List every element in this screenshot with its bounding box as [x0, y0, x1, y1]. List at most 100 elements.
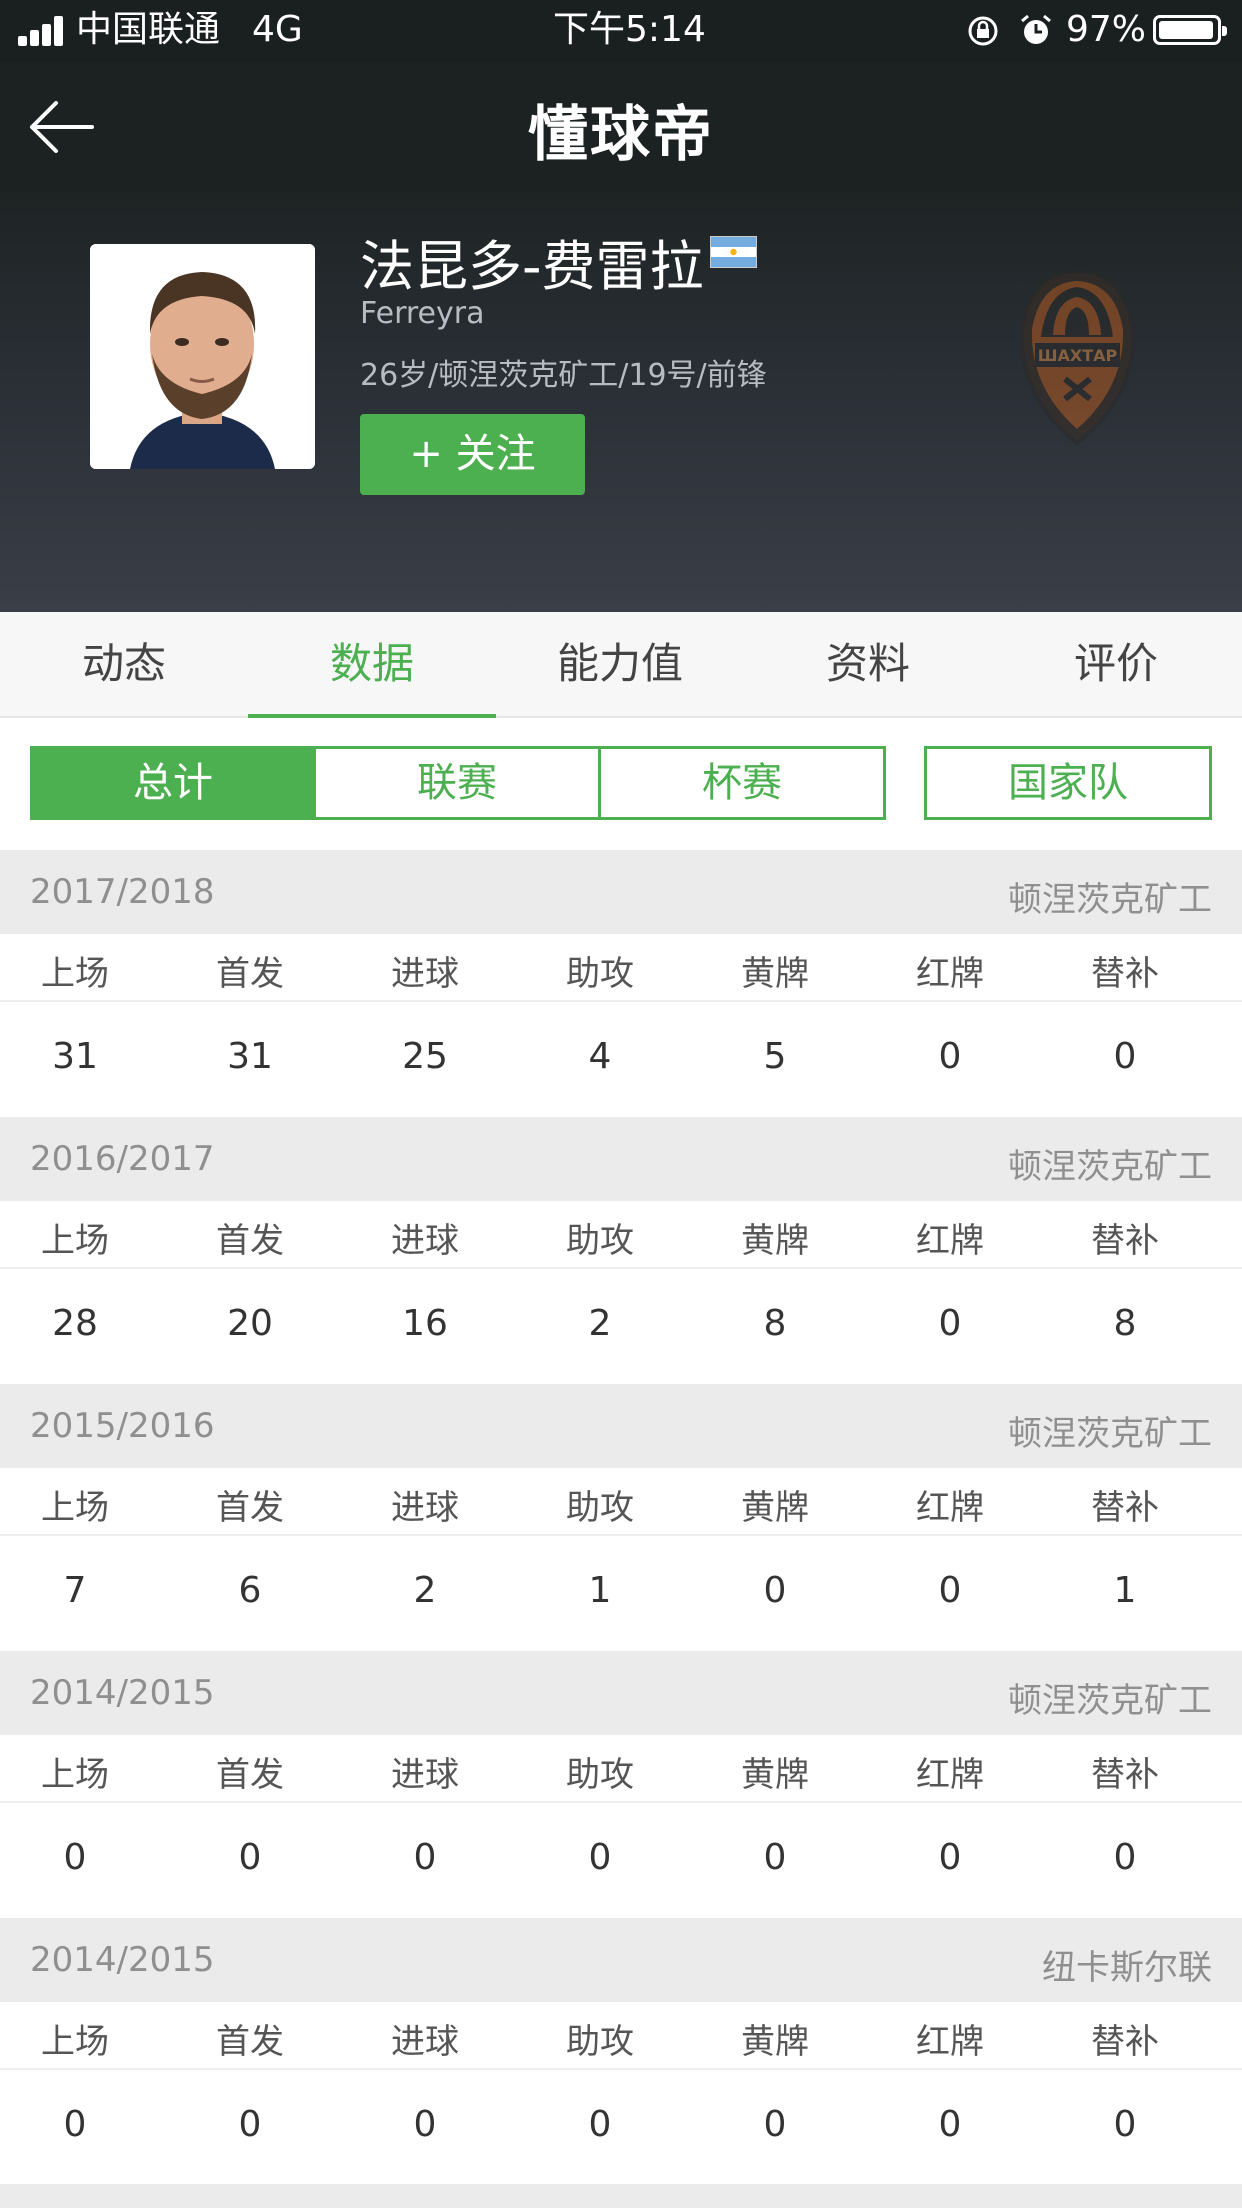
stat-value: 25	[402, 1036, 448, 1077]
stat-value: 0	[588, 2104, 612, 2145]
stat-label: 黄牌	[741, 1488, 809, 1528]
stat-value: 0	[938, 1837, 962, 1878]
season-block: 2016/2017 顿涅茨克矿工 上场 首发 进球 助攻 黄牌 红牌 替补 28 20 16 2 8 0 8	[0, 1117, 1242, 1384]
stat-header-row: 上场 首发 进球 助攻 黄牌 红牌 替补	[0, 1468, 1242, 1536]
tab-bar: 动态 数据 能力值 资料 评价	[0, 612, 1242, 718]
stat-header-row: 上场 首发 进球 助攻 黄牌 红牌 替补	[0, 934, 1242, 1002]
stat-value: 0	[938, 1570, 962, 1611]
stat-label: 首发	[216, 1755, 284, 1795]
stat-label: 上场	[41, 1221, 109, 1261]
season-header[interactable]: 2015/2016 顿涅茨克矿工	[0, 1384, 1242, 1468]
app-title: 懂球帝	[528, 100, 714, 170]
argentina-flag-icon	[710, 236, 757, 268]
season-year: 2017/2018	[30, 872, 215, 912]
player-english-name: Ferreyra	[360, 296, 485, 331]
stat-value: 0	[238, 1837, 262, 1878]
stat-label: 黄牌	[741, 2022, 809, 2062]
season-header[interactable]: 2017/2018 顿涅茨克矿工	[0, 850, 1242, 934]
player-header: 法昆多-费雷拉 Ferreyra 26岁/顿涅茨克矿工/19号/前锋 + 关注 …	[0, 192, 1242, 612]
stat-label: 替补	[1091, 1221, 1159, 1261]
stat-label: 上场	[41, 2022, 109, 2062]
season-year: 2016/2017	[30, 1139, 215, 1179]
stat-value: 2	[588, 1303, 612, 1344]
stat-label: 助攻	[566, 954, 634, 994]
season-header[interactable]: 2016/2017 顿涅茨克矿工	[0, 1117, 1242, 1201]
tab-ability[interactable]: 能力值	[496, 612, 744, 718]
status-bar: 中国联通 4G 下午5:14 97%	[0, 0, 1242, 62]
stat-label: 首发	[216, 2022, 284, 2062]
competition-filter: 总计 联赛 杯赛 国家队	[0, 718, 1242, 850]
stat-value: 31	[52, 1036, 98, 1077]
stat-label: 上场	[41, 954, 109, 994]
season-club: 顿涅茨克矿工	[1008, 880, 1212, 920]
stat-value: 28	[52, 1303, 98, 1344]
stat-value: 0	[763, 2104, 787, 2145]
season-header[interactable]: 2014/2015 顿涅茨克矿工	[0, 1651, 1242, 1735]
tab-news[interactable]: 动态	[0, 612, 248, 718]
stat-value: 7	[63, 1570, 87, 1611]
stat-label: 首发	[216, 1488, 284, 1528]
svg-text:ШАХТАР: ШАХТАР	[1038, 346, 1118, 365]
stat-label: 红牌	[916, 1221, 984, 1261]
player-name: 法昆多-费雷拉	[360, 235, 704, 298]
season-block: 2015/2016 顿涅茨克矿工 上场 首发 进球 助攻 黄牌 红牌 替补 7 6 2 1 0 0 1	[0, 1384, 1242, 1651]
stat-value: 0	[413, 2104, 437, 2145]
tab-profile[interactable]: 资料	[744, 612, 992, 718]
tab-data[interactable]: 数据	[248, 612, 496, 718]
stat-label: 上场	[41, 1755, 109, 1795]
season-year: 2015/2016	[30, 1406, 215, 1446]
stat-value: 1	[1113, 1570, 1137, 1611]
stat-header-row: 上场 首发 进球 助攻 黄牌 红牌 替补	[0, 2002, 1242, 2070]
season-club: 顿涅茨克矿工	[1008, 1147, 1212, 1187]
signal-strength-icon	[18, 16, 66, 46]
filter-national-team-button[interactable]: 国家队	[924, 746, 1212, 820]
stat-value: 5	[763, 1036, 787, 1077]
stat-label: 进球	[391, 1755, 459, 1795]
rotation-lock-icon	[968, 16, 998, 46]
stat-label: 黄牌	[741, 1221, 809, 1261]
stat-value: 0	[1113, 1036, 1137, 1077]
season-header[interactable]: 2014/2015 纽卡斯尔联	[0, 1918, 1242, 2002]
stat-value: 8	[1113, 1303, 1137, 1344]
stat-header-row: 上场 首发 进球 助攻 黄牌 红牌 替补	[0, 1201, 1242, 1269]
stat-label: 首发	[216, 954, 284, 994]
stat-value: 1	[588, 1570, 612, 1611]
stat-label: 上场	[41, 1488, 109, 1528]
stat-label: 红牌	[916, 1488, 984, 1528]
stat-value: 0	[763, 1837, 787, 1878]
stat-label: 红牌	[916, 2022, 984, 2062]
stat-label: 助攻	[566, 1755, 634, 1795]
stat-label: 替补	[1091, 954, 1159, 994]
player-photo[interactable]	[90, 244, 315, 469]
stat-value: 0	[1113, 1837, 1137, 1878]
battery-icon	[1153, 15, 1227, 45]
stat-label: 红牌	[916, 1755, 984, 1795]
filter-league-button[interactable]: 联赛	[313, 746, 601, 820]
stat-label: 进球	[391, 1221, 459, 1261]
stat-header-row: 上场 首发 进球 助攻 黄牌 红牌 替补	[0, 1735, 1242, 1803]
section-divider	[0, 2184, 1242, 2208]
stat-value: 0	[63, 1837, 87, 1878]
club-logo[interactable]: ШАХТАР	[1015, 267, 1140, 447]
filter-total-button[interactable]: 总计	[30, 746, 316, 820]
player-portrait-image	[90, 244, 315, 469]
season-stats-list: 2017/2018 顿涅茨克矿工 上场 首发 进球 助攻 黄牌 红牌 替补 31 31 25 4 5 0 0 2…	[0, 850, 1242, 2185]
stat-label: 红牌	[916, 954, 984, 994]
stat-value: 6	[238, 1570, 262, 1611]
tab-rating[interactable]: 评价	[992, 612, 1240, 718]
clock: 下午5:14	[553, 9, 706, 50]
stat-value: 0	[413, 1837, 437, 1878]
stat-value: 0	[1113, 2104, 1137, 2145]
stat-value: 0	[763, 1570, 787, 1611]
follow-button[interactable]: + 关注	[360, 414, 585, 495]
stat-label: 进球	[391, 1488, 459, 1528]
stat-label: 助攻	[566, 1488, 634, 1528]
filter-cup-button[interactable]: 杯赛	[598, 746, 886, 820]
stat-label: 黄牌	[741, 1755, 809, 1795]
stat-label: 首发	[216, 1221, 284, 1261]
stat-label: 助攻	[566, 2022, 634, 2062]
stat-value: 4	[588, 1036, 612, 1077]
season-club: 顿涅茨克矿工	[1008, 1681, 1212, 1721]
stat-value: 2	[413, 1570, 437, 1611]
stat-value: 20	[227, 1303, 273, 1344]
